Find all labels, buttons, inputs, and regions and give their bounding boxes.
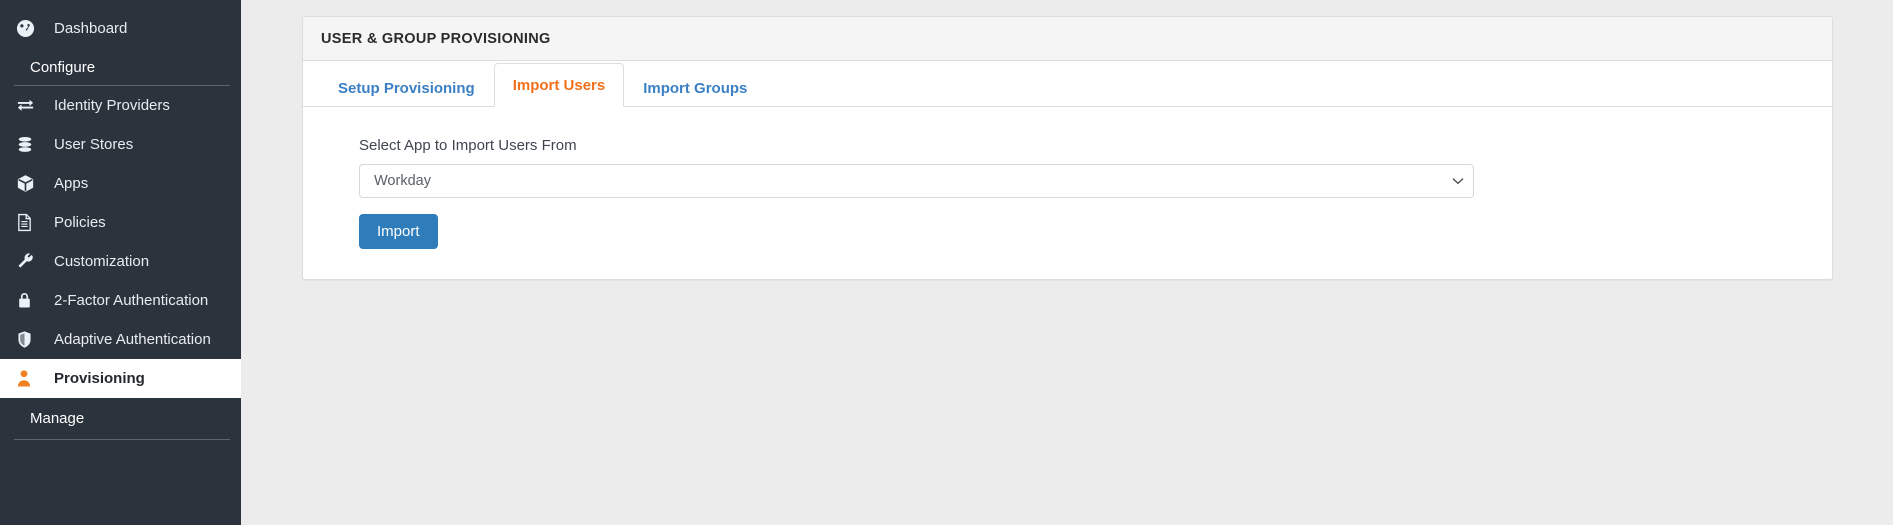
sidebar: Dashboard Configure Identity Providers U…	[0, 0, 241, 525]
cube-icon	[16, 174, 46, 193]
sidebar-item-policies[interactable]: Policies	[0, 203, 241, 242]
sidebar-item-identity-providers[interactable]: Identity Providers	[0, 86, 241, 125]
sidebar-section-manage: Manage	[14, 398, 230, 440]
sidebar-item-label: Policies	[54, 214, 106, 231]
tab-import-groups[interactable]: Import Groups	[624, 68, 766, 107]
sidebar-item-label: Identity Providers	[54, 97, 170, 114]
user-icon	[16, 369, 46, 388]
sidebar-item-label: Customization	[54, 253, 150, 270]
main-content: USER & GROUP PROVISIONING Setup Provisio…	[241, 0, 1893, 525]
sidebar-item-label: Provisioning	[54, 370, 145, 387]
tab-bar: Setup Provisioning Import Users Import G…	[303, 61, 1832, 107]
sidebar-item-customization[interactable]: Customization	[0, 242, 241, 281]
sidebar-item-apps[interactable]: Apps	[0, 164, 241, 203]
panel-header: USER & GROUP PROVISIONING	[303, 17, 1832, 61]
sidebar-item-label: Dashboard	[54, 19, 128, 37]
sidebar-item-label: Adaptive Authentication	[54, 331, 211, 348]
select-app-label: Select App to Import Users From	[359, 137, 577, 154]
sidebar-section-configure: Configure	[14, 49, 230, 86]
sidebar-item-label: 2-Factor Authentication	[54, 292, 209, 309]
select-app-dropdown[interactable]: Workday	[359, 164, 1474, 198]
sidebar-item-2-factor-authentication[interactable]: 2-Factor Authentication	[0, 281, 241, 320]
sidebar-item-label: Apps	[54, 175, 89, 192]
page-title: USER & GROUP PROVISIONING	[321, 31, 551, 47]
import-button[interactable]: Import	[359, 214, 438, 249]
shield-icon	[16, 330, 46, 349]
sidebar-item-adaptive-authentication[interactable]: Adaptive Authentication	[0, 320, 241, 359]
database-icon	[16, 135, 46, 154]
tab-import-users[interactable]: Import Users	[493, 63, 625, 107]
select-app-wrapper: Workday	[359, 164, 1474, 198]
app-root: Dashboard Configure Identity Providers U…	[0, 0, 1893, 525]
lock-icon	[16, 291, 46, 310]
sidebar-item-provisioning[interactable]: Provisioning	[0, 359, 241, 398]
dashboard-icon	[16, 19, 46, 38]
tab-setup-provisioning[interactable]: Setup Provisioning	[319, 68, 494, 107]
exchange-icon	[16, 96, 46, 115]
sidebar-item-label: User Stores	[54, 136, 134, 153]
import-users-pane: Select App to Import Users From Workday …	[303, 107, 1832, 279]
document-icon	[16, 213, 46, 232]
panel-body: Setup Provisioning Import Users Import G…	[303, 61, 1832, 279]
sidebar-item-dashboard[interactable]: Dashboard	[0, 7, 241, 49]
wrench-icon	[16, 252, 46, 271]
provisioning-panel: USER & GROUP PROVISIONING Setup Provisio…	[302, 16, 1833, 280]
sidebar-item-user-stores[interactable]: User Stores	[0, 125, 241, 164]
